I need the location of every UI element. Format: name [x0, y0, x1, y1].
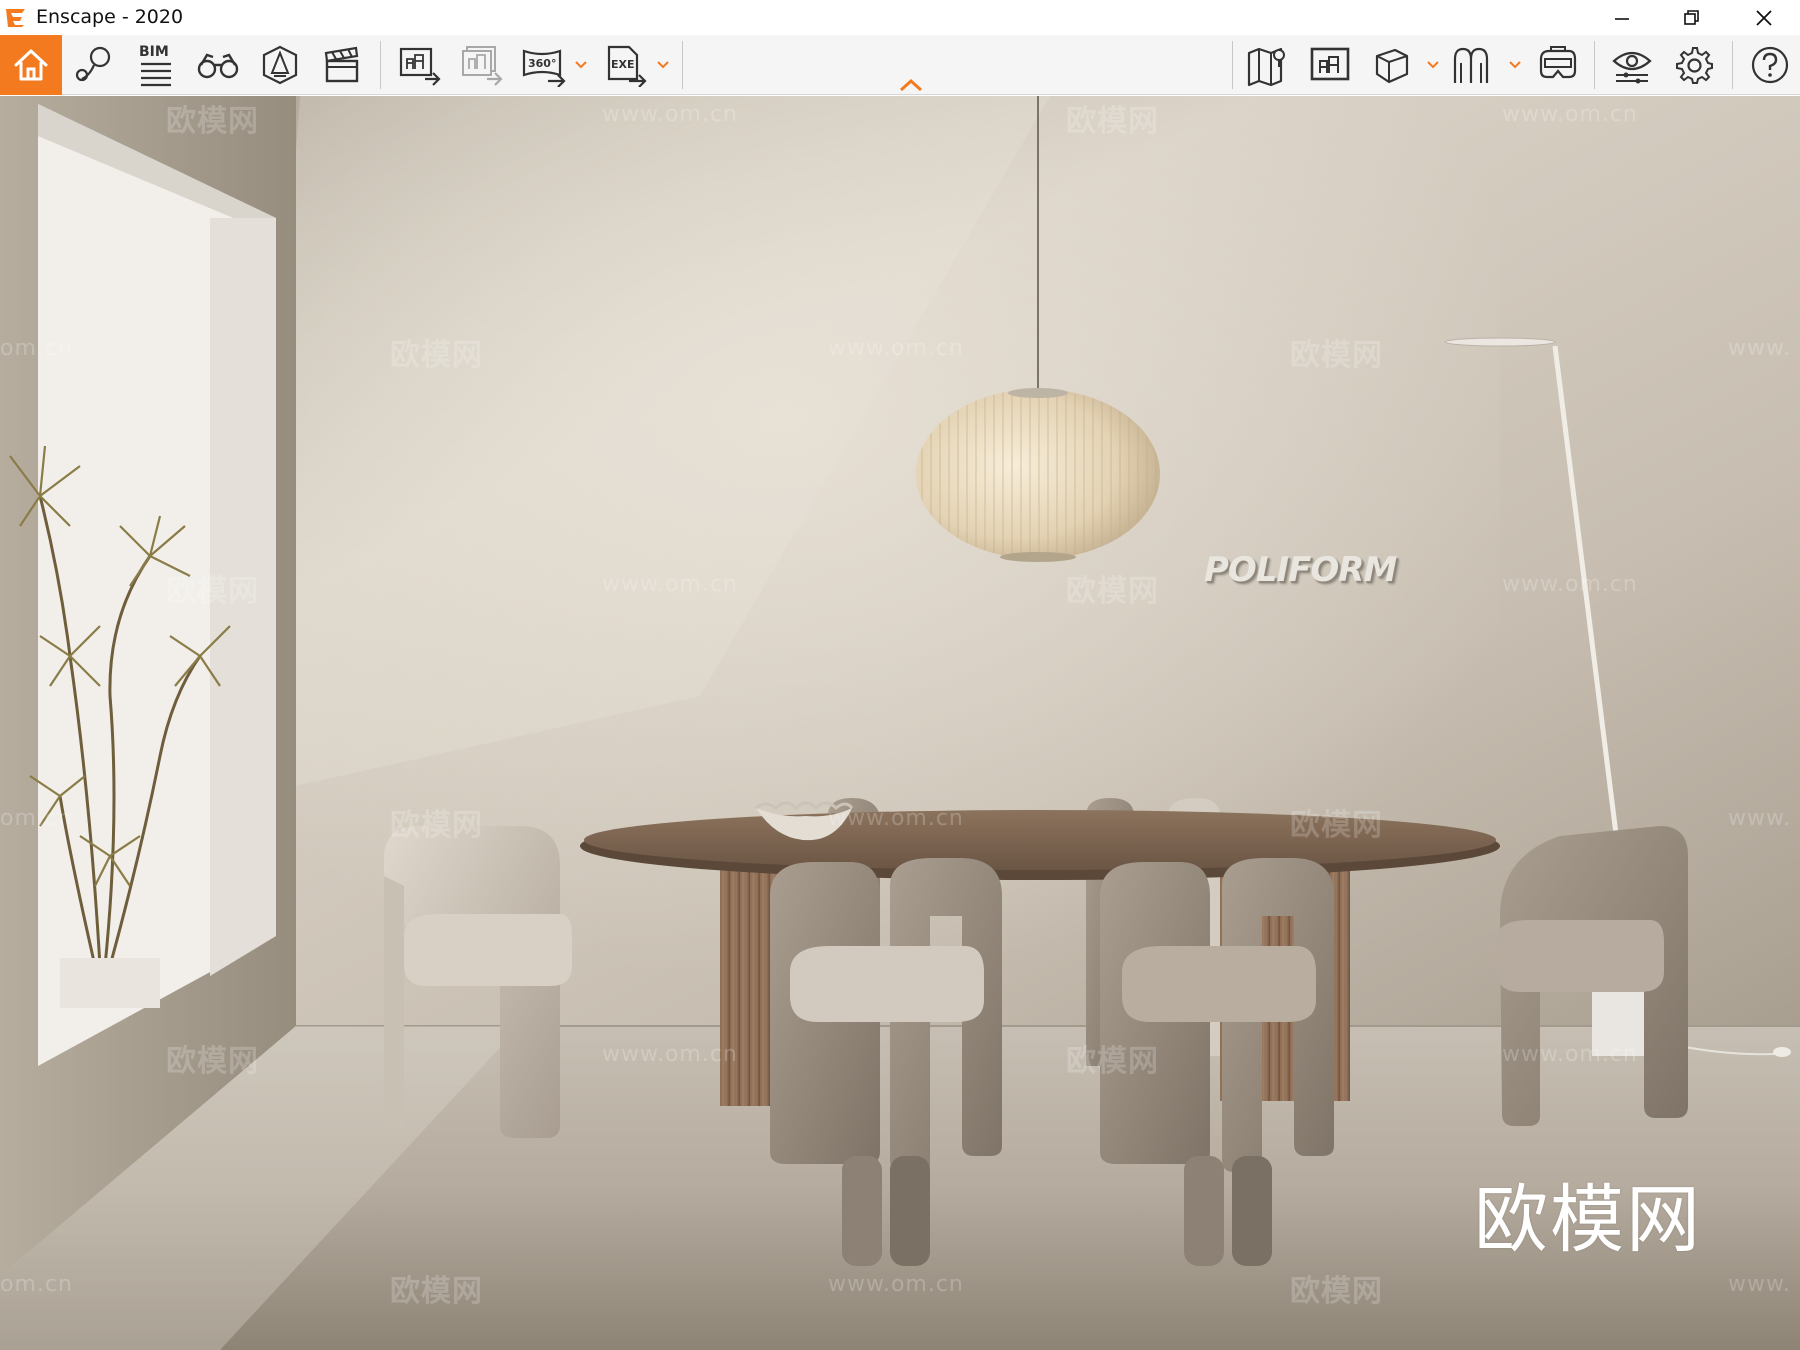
minimize-icon [1615, 17, 1629, 20]
export-exe-button[interactable]: EXE [598, 35, 654, 95]
bell-pyramid-icon [262, 45, 298, 85]
chevron-down-icon[interactable] [1508, 59, 1522, 71]
map-icon [1247, 47, 1285, 87]
render-view-icon [1310, 47, 1350, 81]
video-editor-button[interactable] [314, 35, 370, 95]
walk-mode-button[interactable] [190, 35, 246, 95]
toolbar-separator [1594, 41, 1595, 89]
svg-text:360°: 360° [528, 57, 556, 70]
watermark-text: 欧模网 [1290, 808, 1383, 843]
render-viewport[interactable]: POLIFORM 欧模网 www.om.cn 欧模网 www.om.cn om.… [0, 96, 1800, 1350]
wall-brand-sign: POLIFORM [1204, 550, 1397, 590]
watermark-text: om.cn [0, 806, 73, 831]
batch-render-button[interactable] [454, 35, 510, 95]
watermark-text: 欧模网 [390, 338, 483, 373]
bim-button[interactable]: BIM [126, 35, 182, 95]
watermark-text: 欧模网 [166, 574, 259, 609]
asset-library-button[interactable] [252, 35, 308, 95]
visual-settings-button[interactable] [1604, 35, 1660, 95]
watermark-text: www. [1728, 1272, 1791, 1297]
title-bar: Enscape - 2020 [0, 0, 1800, 35]
watermark-text: www. [1728, 336, 1791, 361]
render-image-icon [399, 47, 441, 86]
restore-button[interactable] [1658, 0, 1726, 35]
chevron-down-icon[interactable] [1426, 59, 1440, 71]
window-title: Enscape - 2020 [36, 6, 184, 28]
watermark-text: www.om.cn [828, 336, 964, 361]
cube-icon [1375, 48, 1409, 84]
home-button[interactable] [0, 35, 62, 95]
help-button[interactable] [1742, 35, 1798, 95]
close-icon [1756, 9, 1772, 26]
map-pin-icon [75, 46, 111, 82]
vr-headset-button[interactable] [1528, 35, 1588, 95]
watermark-text: www.om.cn [602, 572, 738, 597]
screenshot-view-button[interactable] [1302, 35, 1358, 95]
settings-button[interactable] [1666, 35, 1722, 95]
toolbar-separator [1732, 41, 1733, 89]
watermark-text: 欧模网 [166, 1044, 259, 1079]
watermark-text: 欧模网 [390, 1274, 483, 1309]
watermark-text: 欧模网 [1066, 574, 1159, 609]
toolbar-separator [1232, 41, 1233, 89]
binaural-settings-button[interactable] [1444, 35, 1500, 95]
map-view-button[interactable] [1240, 35, 1296, 95]
eye-settings-icon [1612, 51, 1652, 84]
watermark-text: 欧模网 [166, 104, 259, 139]
watermark-text: www.om.cn [602, 102, 738, 127]
bim-icon: BIM [139, 44, 171, 87]
watermark-text: www.om.cn [1502, 102, 1638, 127]
views-button[interactable] [66, 35, 122, 95]
watermark-text: www.om.cn [1502, 572, 1638, 597]
gear-icon [1676, 47, 1713, 84]
export-360-button[interactable]: 360° [516, 35, 572, 95]
svg-text:EXE: EXE [611, 58, 635, 71]
watermark-text: 欧模网 [1290, 338, 1383, 373]
help-icon [1751, 46, 1789, 84]
watermark-text: 欧模网 [390, 808, 483, 843]
collapse-toolbar-chevron-icon[interactable] [898, 77, 924, 93]
watermark-text: om.cn [0, 1272, 73, 1297]
watermark-text: 欧模网 [1290, 1274, 1383, 1309]
vr-headset-icon [1539, 46, 1577, 79]
enscape-logo-icon [6, 9, 25, 27]
watermark-text: www. [1728, 806, 1791, 831]
watermark-text: www.om.cn [602, 1042, 738, 1067]
binoculars-icon [197, 53, 239, 79]
brand-watermark: 欧模网 [1474, 1177, 1702, 1263]
watermark-text: om.cn [0, 336, 73, 361]
svg-text:BIM: BIM [139, 44, 169, 60]
watermark-text: www.om.cn [828, 806, 964, 831]
minimize-button[interactable] [1588, 0, 1656, 35]
chevron-down-icon[interactable] [656, 59, 670, 71]
orthographic-button[interactable] [1364, 35, 1420, 95]
exe-export-icon: EXE [607, 45, 647, 87]
render-image-button[interactable] [392, 35, 448, 95]
close-button[interactable] [1730, 0, 1798, 35]
watermark-text: www.om.cn [1502, 1042, 1638, 1067]
watermark-text: 欧模网 [1066, 1044, 1159, 1079]
batch-render-icon [462, 46, 503, 86]
binaural-icon [1453, 47, 1489, 83]
toolbar-separator [682, 41, 683, 89]
clapperboard-icon [324, 46, 359, 83]
watermark-text: 欧模网 [1066, 104, 1159, 139]
restore-icon [1684, 9, 1699, 25]
panorama-360-icon: 360° [522, 49, 566, 87]
toolbar-separator [380, 41, 381, 89]
watermark-text: www.om.cn [828, 1272, 964, 1297]
home-icon [14, 49, 48, 81]
chevron-down-icon[interactable] [574, 59, 588, 71]
